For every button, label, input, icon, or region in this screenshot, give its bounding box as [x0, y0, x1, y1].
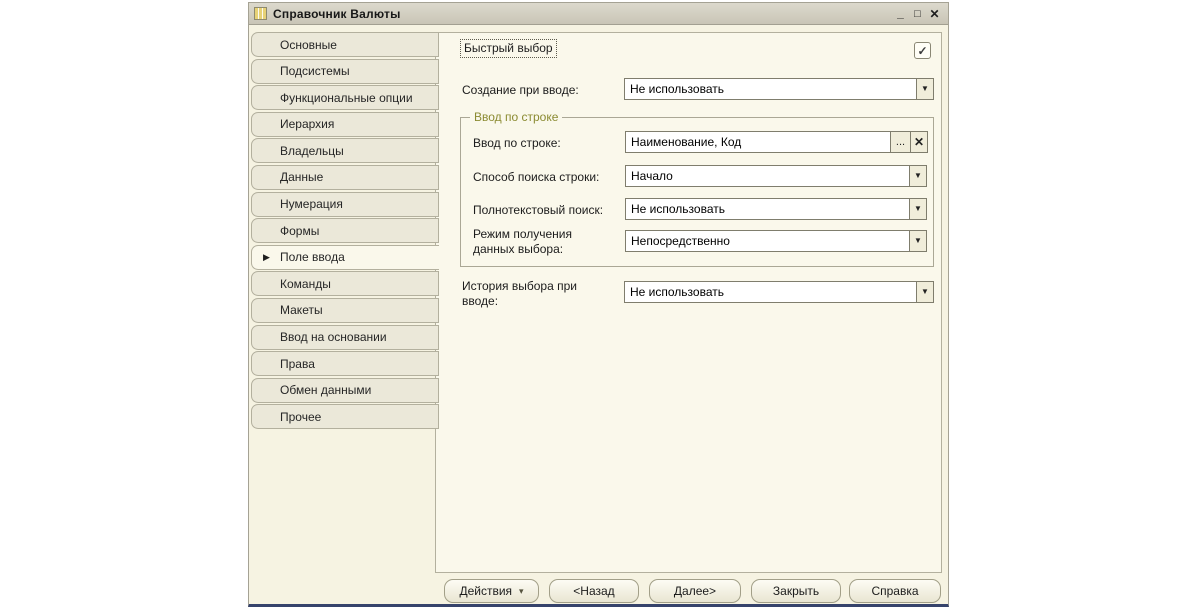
dropdown-button[interactable]: ▼: [909, 199, 926, 219]
tab-label: Владельцы: [280, 143, 344, 158]
chevron-down-icon: ▼: [914, 171, 922, 180]
next-button-label: Далее>: [673, 584, 717, 598]
tab-formy[interactable]: Формы: [251, 218, 439, 244]
tab-label: Команды: [280, 276, 331, 291]
tab-numeraciya[interactable]: Нумерация: [251, 191, 439, 217]
close-dialog-button[interactable]: Закрыть: [751, 579, 841, 603]
tab-label: Поле ввода: [280, 250, 345, 265]
choice-data-mode-value: Непосредственно: [631, 234, 730, 248]
tab-prochee[interactable]: Прочее: [251, 404, 439, 430]
tab-dannye[interactable]: Данные: [251, 164, 439, 190]
menu-arrow-icon: ▾: [519, 585, 524, 596]
settings-panel: Быстрый выбор ✓ Создание при вводе: Не и…: [435, 32, 942, 573]
choice-history-combobox[interactable]: Не использовать ▼: [624, 281, 934, 303]
quick-choice-label: Быстрый выбор: [460, 39, 557, 58]
creation-on-input-label: Создание при вводе:: [462, 83, 579, 97]
tab-label: Обмен данными: [280, 383, 372, 398]
choice-history-value: Не использовать: [630, 285, 724, 299]
search-method-value: Начало: [631, 169, 673, 183]
fulltext-search-combobox[interactable]: Не использовать ▼: [625, 198, 927, 220]
clear-icon[interactable]: ✕: [910, 132, 927, 152]
dropdown-button[interactable]: ▼: [909, 231, 926, 251]
input-by-string-label: Ввод по строке:: [473, 136, 561, 150]
tab-label: Формы: [280, 223, 320, 238]
dialog-window: Справочник Валюты _ □ ✕ Основные Подсист…: [248, 2, 949, 607]
tab-label: Права: [280, 356, 315, 371]
actions-button[interactable]: Действия ▾: [444, 579, 539, 603]
tab-vvod-na-osnovanii[interactable]: Ввод на основании: [251, 324, 439, 350]
tab-osnovnye[interactable]: Основные: [251, 32, 439, 57]
tab-prava[interactable]: Права: [251, 351, 439, 377]
tab-label: Нумерация: [280, 197, 343, 212]
tab-funkcionalnye-opcii[interactable]: Функциональные опции: [251, 85, 439, 111]
dropdown-button[interactable]: ▼: [916, 282, 933, 302]
tab-label: Основные: [280, 37, 337, 52]
tab-makety[interactable]: Макеты: [251, 297, 439, 323]
creation-on-input-combobox[interactable]: Не использовать ▼: [624, 78, 934, 100]
tab-label: Ввод на основании: [280, 330, 387, 345]
close-button[interactable]: ✕: [926, 6, 943, 22]
choice-history-label: История выбора при вводе:: [462, 279, 577, 308]
tab-obmen-dannymi[interactable]: Обмен данными: [251, 377, 439, 403]
choice-data-mode-combobox[interactable]: Непосредственно ▼: [625, 230, 927, 252]
tab-ierarhiya[interactable]: Иерархия: [251, 111, 439, 137]
window-title: Справочник Валюты: [273, 6, 401, 21]
input-by-string-value[interactable]: Наименование, Код: [626, 132, 890, 152]
search-method-combobox[interactable]: Начало ▼: [625, 165, 927, 187]
input-by-string-group: Ввод по строке Ввод по строке: Наименова…: [460, 110, 934, 267]
search-method-label: Способ поиска строки:: [473, 170, 600, 184]
active-tab-marker-icon: ▶: [263, 251, 270, 262]
tab-vladelcy[interactable]: Владельцы: [251, 138, 439, 164]
tab-label: Функциональные опции: [280, 90, 413, 105]
input-by-string-field[interactable]: Наименование, Код ... ✕: [625, 131, 928, 153]
fulltext-search-label: Полнотекстовый поиск:: [473, 203, 604, 217]
chevron-down-icon: ▼: [921, 84, 929, 93]
check-icon: ✓: [917, 43, 928, 58]
chevron-down-icon: ▼: [914, 236, 922, 245]
tab-komandy[interactable]: Команды: [251, 271, 439, 297]
group-title: Ввод по строке: [470, 110, 563, 124]
tab-label: Данные: [280, 170, 324, 185]
quick-choice-checkbox[interactable]: ✓: [914, 42, 931, 59]
dropdown-button[interactable]: ▼: [909, 166, 926, 186]
title-bar[interactable]: Справочник Валюты _ □ ✕: [249, 3, 948, 25]
catalog-icon: [254, 7, 267, 20]
tab-podsistemy[interactable]: Подсистемы: [251, 58, 439, 84]
help-button[interactable]: Справка: [849, 579, 941, 603]
tab-label: Макеты: [280, 303, 323, 318]
tab-label: Прочее: [280, 409, 322, 424]
tab-label: Иерархия: [280, 117, 335, 132]
back-button-label: <Назад: [573, 584, 615, 598]
chevron-down-icon: ▼: [914, 204, 922, 213]
next-button[interactable]: Далее>: [649, 579, 741, 603]
help-button-label: Справка: [871, 584, 919, 598]
maximize-button[interactable]: □: [909, 6, 926, 22]
category-tabs: Основные Подсистемы Функциональные опции…: [251, 32, 439, 431]
chevron-down-icon: ▼: [921, 287, 929, 296]
ellipsis-button[interactable]: ...: [890, 132, 910, 152]
dropdown-button[interactable]: ▼: [916, 79, 933, 99]
creation-on-input-value: Не использовать: [630, 82, 724, 96]
tab-label: Подсистемы: [280, 64, 350, 79]
choice-data-mode-label: Режим получения данных выбора:: [473, 227, 572, 256]
minimize-button[interactable]: _: [892, 6, 909, 22]
close-dialog-button-label: Закрыть: [772, 584, 820, 598]
back-button[interactable]: <Назад: [549, 579, 639, 603]
fulltext-search-value: Не использовать: [631, 202, 725, 216]
actions-button-label: Действия: [459, 584, 513, 598]
tab-pole-vvoda[interactable]: ▶ Поле ввода: [251, 244, 439, 270]
